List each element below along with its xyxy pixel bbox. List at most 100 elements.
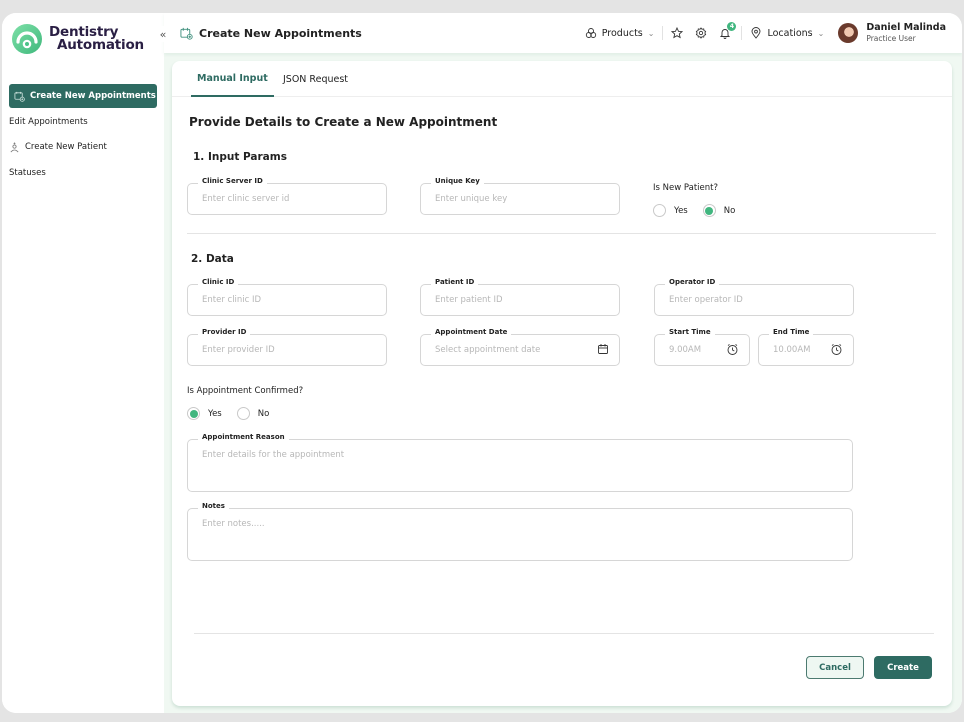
- gear-icon: [696, 27, 707, 39]
- logo-icon: [12, 24, 42, 54]
- section-divider: [187, 233, 936, 234]
- field-label: Unique Key: [431, 177, 484, 185]
- radio-no[interactable]: [236, 407, 250, 420]
- field-label: Provider ID: [198, 328, 251, 336]
- radio-label: No: [257, 408, 270, 419]
- provider-id-field[interactable]: Provider ID Enter provider ID: [187, 328, 387, 366]
- field-label: Start Time: [665, 328, 715, 336]
- start-time-field[interactable]: Start Time 9.00AM: [654, 328, 750, 366]
- field-label: Patient ID: [431, 278, 479, 286]
- sidebar-item-edit-appointments[interactable]: Edit Appointments: [9, 110, 157, 134]
- sidebar-item-create-patient[interactable]: Create New Patient: [9, 135, 157, 159]
- field-label: Operator ID: [665, 278, 720, 286]
- sidebar-item-label: Edit Appointments: [9, 116, 88, 127]
- notes-textarea[interactable]: Enter notes.....: [202, 519, 265, 529]
- calendar-add-icon: [14, 91, 25, 102]
- appointment-date-field[interactable]: Appointment Date Select appointment date: [420, 328, 620, 366]
- appointment-reason-textarea[interactable]: Enter details for the appointment: [202, 450, 344, 460]
- is-confirmed-radio-group: Yes No: [187, 407, 284, 420]
- operator-id-field[interactable]: Operator ID Enter operator ID: [654, 278, 854, 316]
- sidebar: Dentistry Automation Create New Appointm…: [2, 13, 164, 713]
- page-title-text: Create New Appointments: [199, 26, 362, 40]
- radio-no-selected[interactable]: [702, 204, 716, 217]
- clock-icon[interactable]: [726, 343, 739, 356]
- radio-yes-selected[interactable]: [187, 407, 200, 420]
- operator-id-input[interactable]: Enter operator ID: [669, 295, 743, 305]
- is-new-patient-yes[interactable]: Yes: [653, 204, 688, 217]
- is-new-patient-radio-group: Yes No: [653, 204, 750, 217]
- star-icon: [671, 27, 684, 39]
- brand-line-2: Automation: [57, 37, 144, 53]
- start-time-input[interactable]: 9.00AM: [669, 345, 701, 355]
- sidebar-nav: Create New Appointments Edit Appointment…: [9, 84, 157, 186]
- double-chevron-left-icon: «: [159, 27, 167, 41]
- sidebar-item-label: Statuses: [9, 167, 46, 178]
- sidebar-item-statuses[interactable]: Statuses: [9, 161, 157, 185]
- field-label: Notes: [198, 502, 229, 510]
- locations-label: Locations: [767, 27, 813, 39]
- topbar-actions: Products ⌄ 4 Locations ⌄ Daniel Malinda …: [585, 13, 946, 53]
- sidebar-item-label: Create New Patient: [25, 142, 107, 152]
- notifications-button[interactable]: 4: [719, 22, 737, 39]
- radio-label: No: [723, 205, 736, 216]
- section-data-title: 2. Data: [191, 253, 234, 265]
- is-confirmed-no[interactable]: No: [236, 407, 270, 420]
- is-confirmed-yes[interactable]: Yes: [187, 407, 222, 420]
- user-profile[interactable]: Daniel Malinda Practice User: [838, 22, 946, 44]
- patient-add-icon: [9, 141, 20, 153]
- clinic-id-input[interactable]: Enter clinic ID: [202, 295, 261, 305]
- unique-key-field[interactable]: Unique Key Enter unique key: [420, 177, 620, 215]
- form-title: Provide Details to Create a New Appointm…: [189, 115, 498, 129]
- location-pin-icon: [752, 27, 761, 39]
- user-name: Daniel Malinda: [866, 22, 946, 33]
- clinic-server-id-input[interactable]: Enter clinic server id: [202, 194, 289, 204]
- products-icon: [585, 28, 596, 38]
- top-bar: Create New Appointments Products ⌄ 4 Loc…: [164, 13, 962, 53]
- appointment-form-card: Manual Input JSON Request Provide Detail…: [172, 61, 952, 706]
- field-label: Appointment Reason: [198, 433, 289, 441]
- is-new-patient-no[interactable]: No: [702, 204, 736, 217]
- section-input-params-title: 1. Input Params: [193, 151, 287, 163]
- clock-icon[interactable]: [830, 343, 843, 356]
- sidebar-item-create-appointments[interactable]: Create New Appointments: [9, 84, 157, 108]
- page-title: Create New Appointments: [180, 27, 362, 40]
- clinic-id-field[interactable]: Clinic ID Enter clinic ID: [187, 278, 387, 316]
- notification-badge: 4: [727, 22, 737, 31]
- field-label: Clinic ID: [198, 278, 239, 286]
- calendar-add-icon: [180, 27, 193, 40]
- settings-button[interactable]: [695, 27, 707, 39]
- patient-id-input[interactable]: Enter patient ID: [435, 295, 503, 305]
- field-label: Clinic Server ID: [198, 177, 267, 185]
- sidebar-item-label: Create New Appointments: [30, 91, 156, 101]
- chevron-down-icon: ⌄: [817, 28, 825, 38]
- products-label: Products: [601, 27, 643, 39]
- is-confirmed-label: Is Appointment Confirmed?: [187, 386, 304, 396]
- collapse-sidebar-button[interactable]: «: [155, 26, 171, 42]
- radio-yes[interactable]: [653, 204, 666, 217]
- field-label: End Time: [769, 328, 814, 336]
- user-role: Practice User: [866, 34, 916, 43]
- favorites-button[interactable]: [671, 27, 684, 39]
- tab-manual-input[interactable]: Manual Input: [191, 61, 274, 97]
- logo[interactable]: Dentistry Automation: [11, 23, 144, 55]
- appointment-date-input[interactable]: Select appointment date: [435, 345, 540, 355]
- app-window: Dentistry Automation Create New Appointm…: [2, 13, 962, 713]
- create-button[interactable]: Create: [874, 656, 932, 679]
- provider-id-input[interactable]: Enter provider ID: [202, 345, 275, 355]
- radio-label: Yes: [208, 408, 222, 419]
- end-time-input[interactable]: 10.00AM: [773, 345, 810, 355]
- avatar: [838, 23, 859, 43]
- divider: [662, 26, 664, 40]
- calendar-icon[interactable]: [597, 343, 609, 355]
- products-menu[interactable]: Products ⌄: [585, 27, 654, 39]
- unique-key-input[interactable]: Enter unique key: [435, 194, 507, 204]
- divider: [741, 26, 743, 40]
- tab-json-request[interactable]: JSON Request: [277, 61, 354, 97]
- appointment-reason-field[interactable]: Appointment Reason Enter details for the…: [187, 433, 853, 492]
- cancel-button[interactable]: Cancel: [806, 656, 864, 679]
- notes-field[interactable]: Notes Enter notes.....: [187, 502, 853, 561]
- locations-menu[interactable]: Locations ⌄: [750, 27, 824, 39]
- patient-id-field[interactable]: Patient ID Enter patient ID: [420, 278, 620, 316]
- end-time-field[interactable]: End Time 10.00AM: [758, 328, 854, 366]
- clinic-server-id-field[interactable]: Clinic Server ID Enter clinic server id: [187, 177, 387, 215]
